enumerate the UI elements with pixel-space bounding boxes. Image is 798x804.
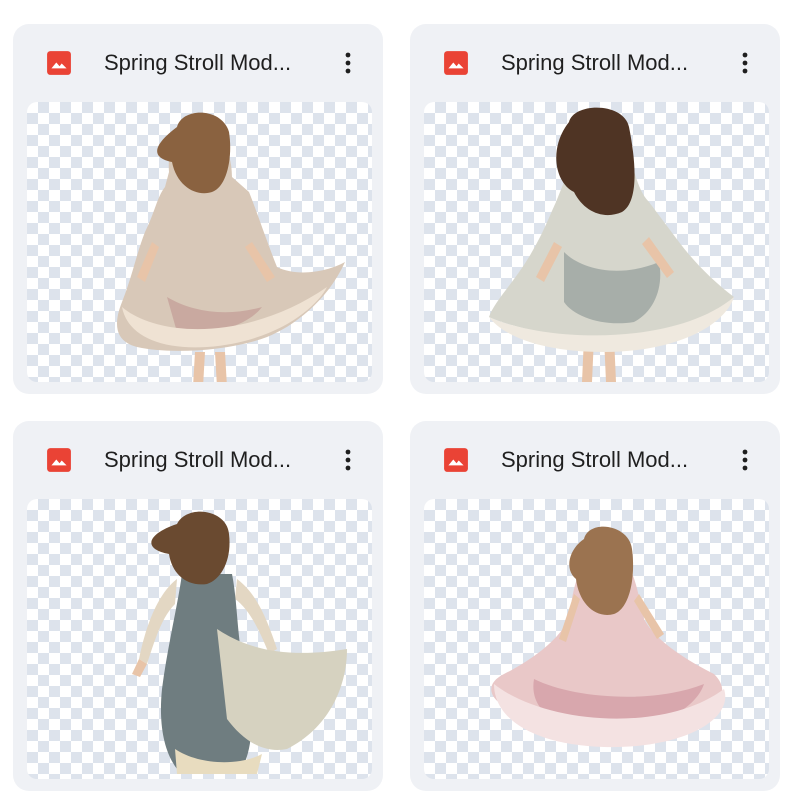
- file-card[interactable]: Spring Stroll Mod...: [13, 24, 383, 394]
- image-file-icon: [47, 51, 71, 75]
- file-grid: Spring Stroll Mod... Spring Stroll Mod..…: [0, 0, 798, 804]
- image-thumbnail[interactable]: [424, 102, 769, 382]
- more-options-button[interactable]: [728, 46, 762, 80]
- file-card-header: Spring Stroll Mod...: [13, 421, 383, 499]
- more-vert-icon: [742, 52, 748, 74]
- more-options-button[interactable]: [331, 46, 365, 80]
- file-card[interactable]: Spring Stroll Mod...: [13, 421, 383, 791]
- file-card-header: Spring Stroll Mod...: [410, 421, 780, 499]
- girl-in-dress-image: [132, 511, 347, 774]
- image-file-icon: [444, 448, 468, 472]
- file-name: Spring Stroll Mod...: [104, 50, 292, 75]
- file-card[interactable]: Spring Stroll Mod...: [410, 24, 780, 394]
- hair-shape: [151, 511, 230, 585]
- girl-in-dress-image: [489, 107, 734, 382]
- file-card[interactable]: Spring Stroll Mod...: [410, 421, 780, 791]
- girl-in-dress-image: [117, 112, 345, 382]
- image-thumbnail[interactable]: [424, 499, 769, 779]
- girl-in-dress-image: [491, 526, 726, 748]
- file-card-header: Spring Stroll Mod...: [13, 24, 383, 102]
- file-name: Spring Stroll Mod...: [501, 447, 689, 472]
- more-options-button[interactable]: [728, 443, 762, 477]
- file-card-header: Spring Stroll Mod...: [410, 24, 780, 102]
- image-file-icon: [444, 51, 468, 75]
- image-thumbnail[interactable]: [27, 102, 372, 382]
- image-thumbnail[interactable]: [27, 499, 372, 779]
- more-vert-icon: [345, 449, 351, 471]
- more-vert-icon: [345, 52, 351, 74]
- file-name: Spring Stroll Mod...: [104, 447, 292, 472]
- file-name: Spring Stroll Mod...: [501, 50, 689, 75]
- more-options-button[interactable]: [331, 443, 365, 477]
- image-file-icon: [47, 448, 71, 472]
- more-vert-icon: [742, 449, 748, 471]
